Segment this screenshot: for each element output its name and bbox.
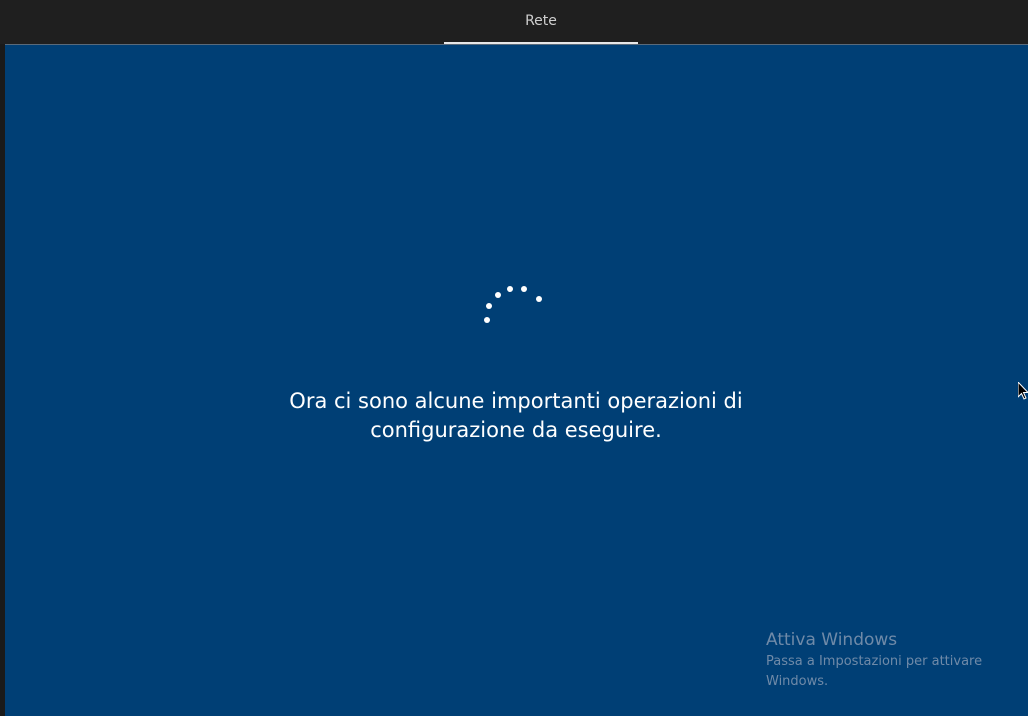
loading-spinner-icon — [476, 280, 548, 330]
spinner-dot — [486, 303, 492, 309]
setup-window: Rete Ora ci sono alcune importanti opera… — [0, 0, 1028, 716]
setup-message: Ora ci sono alcune importanti operazioni… — [289, 389, 743, 442]
spinner-dot — [507, 286, 513, 292]
activation-title: Attiva Windows — [766, 630, 898, 650]
spinner-dot — [495, 292, 501, 298]
activation-text: Passa a Impostazioni per attivare Window… — [766, 654, 983, 689]
spinner-dot — [521, 286, 527, 292]
setup-content — [5, 45, 1028, 716]
top-bar: Rete — [0, 0, 1028, 44]
tab-rete[interactable]: Rete — [444, 0, 638, 44]
mouse-cursor-icon — [1018, 382, 1028, 400]
activation-watermark: Attiva Windows Passa a Impostazioni per … — [766, 628, 1016, 692]
spinner-dot — [536, 296, 542, 302]
spinner-dot — [484, 317, 490, 323]
